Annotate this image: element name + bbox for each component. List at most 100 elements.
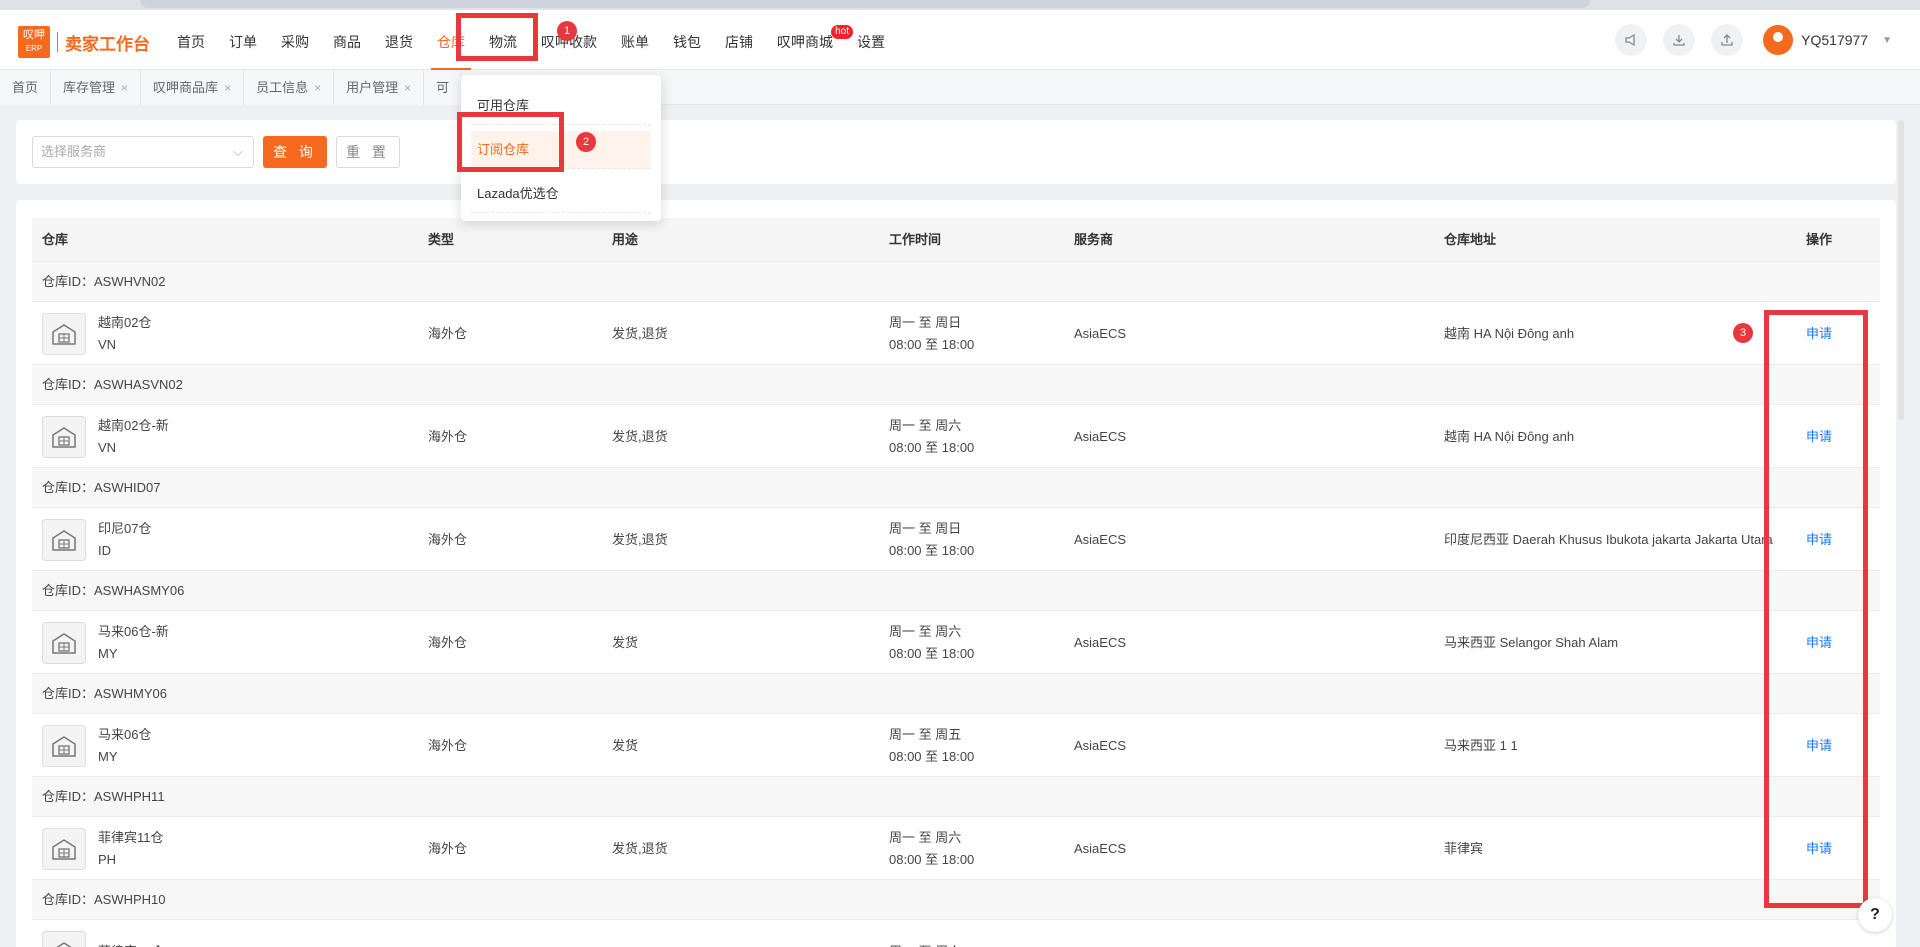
tab-label: 用户管理 bbox=[346, 80, 399, 95]
tab-3[interactable]: 员工信息 × bbox=[244, 70, 335, 105]
step-badge-2: 2 bbox=[576, 132, 596, 152]
highlight-box-nav bbox=[456, 13, 538, 61]
tab-1[interactable]: 库存管理 × bbox=[51, 70, 142, 105]
tab-2[interactable]: 叹呷商品库 × bbox=[141, 70, 245, 105]
hours-cell: 周一 至 周五 08:00 至 18:00 bbox=[889, 714, 1059, 777]
chevron-down-icon[interactable]: ▼ bbox=[1882, 35, 1892, 46]
nav-item-0[interactable]: 首页 bbox=[165, 10, 217, 70]
warehouse-usage: 发货 bbox=[612, 634, 639, 650]
highlight-box-menu bbox=[457, 112, 564, 172]
working-time: 08:00 至 18:00 bbox=[889, 542, 975, 558]
username[interactable]: YQ517977 bbox=[1801, 32, 1868, 48]
warehouse-address: 马来西亚 Selangor Shah Alam bbox=[1444, 634, 1619, 650]
nav-item-3[interactable]: 商品 bbox=[321, 10, 373, 70]
close-icon[interactable]: × bbox=[314, 81, 321, 95]
working-time: 08:00 至 18:00 bbox=[889, 336, 975, 352]
service-provider-select[interactable]: 选择服务商 ⌵ bbox=[32, 136, 254, 168]
warehouse-address: 越南 HA Nội Đông anh bbox=[1444, 428, 1575, 444]
address-cell bbox=[1444, 920, 1799, 947]
type-cell: 海外仓 bbox=[428, 508, 598, 571]
download-icon[interactable] bbox=[1663, 24, 1696, 56]
header-actions: YQ517977 ▼ bbox=[1599, 24, 1892, 56]
working-time: 08:00 至 18:00 bbox=[889, 439, 975, 455]
warehouse-name-cell: 菲律宾11仓 PH bbox=[98, 817, 398, 880]
usage-cell: 发货,退货 bbox=[612, 508, 872, 571]
address-cell: 越南 HA Nội Đông anh bbox=[1444, 405, 1799, 468]
upload-icon[interactable] bbox=[1711, 24, 1744, 56]
warehouse-id-row: 仓库ID：ASWHPH11 bbox=[32, 777, 1880, 817]
tab-label: 首页 bbox=[12, 80, 39, 95]
nav-item-label: 订单 bbox=[229, 34, 257, 50]
warehouse-address: 马来西亚 1 1 bbox=[1444, 737, 1518, 753]
working-days: 周一 至 周六 bbox=[889, 623, 962, 639]
address-bar[interactable] bbox=[140, 0, 1590, 8]
provider-cell bbox=[1074, 920, 1414, 947]
table-row: 越南02仓 VN 海外仓 发货,退货 周一 至 周日 08:00 至 18:00 AsiaE… bbox=[32, 302, 1880, 365]
warehouse-usage: 发货 bbox=[612, 737, 639, 753]
warehouse-address: 印度尼西亚 Daerah Khusus Ibukota jakarta Jaka… bbox=[1444, 531, 1773, 547]
nav-item-10[interactable]: 店铺 bbox=[713, 10, 765, 70]
warehouse-type: 海外仓 bbox=[428, 840, 468, 856]
address-cell: 印度尼西亚 Daerah Khusus Ibukota jakarta Jaka… bbox=[1444, 508, 1799, 571]
close-icon[interactable]: × bbox=[121, 81, 128, 95]
warehouse-usage: 发货,退货 bbox=[612, 531, 668, 547]
step-badge-3: 3 bbox=[1733, 323, 1753, 343]
reset-button[interactable]: 重 置 bbox=[336, 136, 400, 168]
warehouse-id-row: 仓库ID：ASWHMY06 bbox=[32, 674, 1880, 714]
tab-4[interactable]: 用户管理 × bbox=[334, 70, 425, 105]
service-provider: AsiaECS bbox=[1074, 634, 1127, 650]
dropdown-item-2[interactable]: Lazada优选仓 bbox=[471, 175, 651, 213]
warehouse-address: 菲律宾 bbox=[1444, 840, 1484, 856]
close-icon[interactable]: × bbox=[224, 81, 231, 95]
nav-item-2[interactable]: 采购 bbox=[269, 10, 321, 70]
col-warehouse: 仓库 bbox=[42, 232, 69, 247]
logo[interactable]: 叹呷 ERP 卖家工作台 bbox=[18, 26, 150, 58]
warehouse-id-row: 仓库ID：ASWHASVN02 bbox=[32, 365, 1880, 405]
hours-cell: 周一 至 周六 08:00 至 18:00 bbox=[889, 611, 1059, 674]
warehouse-usage: 发货,退货 bbox=[612, 840, 668, 856]
nav-item-12[interactable]: 设置 bbox=[845, 10, 897, 70]
nav-item-9[interactable]: 钱包 bbox=[661, 10, 713, 70]
nav-item-4[interactable]: 退货 bbox=[373, 10, 425, 70]
query-button[interactable]: 查 询 bbox=[263, 136, 327, 168]
warehouse-icon bbox=[42, 828, 86, 870]
type-cell: 海外仓 bbox=[428, 817, 598, 880]
nav-item-label: 商品 bbox=[333, 34, 361, 50]
tab-0[interactable]: 首页 bbox=[0, 70, 52, 105]
tab-5[interactable]: 可 bbox=[424, 70, 463, 105]
nav-item-8[interactable]: 账单 bbox=[609, 10, 661, 70]
hours-cell: 周一 至 周日 08:00 至 18:00 bbox=[889, 508, 1059, 571]
hours-cell: 周一 至 周日 08:00 至 18:00 bbox=[889, 302, 1059, 365]
nav-item-label: 账单 bbox=[621, 34, 649, 50]
warehouse-name: 印尼07仓 bbox=[98, 520, 152, 536]
usage-cell: 发货 bbox=[612, 611, 872, 674]
usage-cell: 发货,退货 bbox=[612, 302, 872, 365]
help-button[interactable]: ? bbox=[1858, 898, 1892, 932]
nav-item-1[interactable]: 订单 bbox=[217, 10, 269, 70]
select-placeholder: 选择服务商 bbox=[41, 144, 107, 159]
avatar[interactable] bbox=[1763, 25, 1794, 55]
nav-item-label: 设置 bbox=[857, 34, 885, 50]
hours-cell: 周一 至 周六 08:00 至 18:00 bbox=[889, 817, 1059, 880]
announcement-icon[interactable] bbox=[1615, 24, 1648, 56]
provider-cell: AsiaECS bbox=[1074, 817, 1414, 880]
warehouse-country: MY bbox=[98, 645, 118, 661]
tab-label: 叹呷商品库 bbox=[153, 80, 219, 95]
hours-cell: 周一 至 周六 08:00 至 18:00 bbox=[889, 405, 1059, 468]
working-days: 周一 至 周五 bbox=[889, 726, 962, 742]
col-provider: 服务商 bbox=[1074, 232, 1114, 247]
chevron-down-icon: ⌵ bbox=[233, 144, 243, 159]
nav-item-label: 叹呷商城 bbox=[777, 34, 833, 50]
warehouse-name: 马来06仓-新 bbox=[98, 623, 169, 639]
working-days: 周一 至 周日 bbox=[889, 520, 962, 536]
nav-item-11[interactable]: 叹呷商城 hot bbox=[765, 10, 853, 70]
close-icon[interactable]: × bbox=[404, 81, 411, 95]
open-tabs-bar: 首页 库存管理 × 叹呷商品库 × 员工信息 × 用户管理 × 可 bbox=[0, 70, 1920, 105]
col-usage: 用途 bbox=[612, 232, 639, 247]
page-scrollbar[interactable] bbox=[1898, 120, 1904, 420]
warehouse-name: 菲律宾11仓 bbox=[98, 829, 164, 845]
working-time: 08:00 至 18:00 bbox=[889, 645, 975, 661]
step-badge-1: 1 bbox=[557, 21, 577, 41]
working-time: 08:00 至 18:00 bbox=[889, 851, 975, 867]
table-row: 马来06仓-新 MY 海外仓 发货 周一 至 周六 08:00 至 18:00 AsiaEC… bbox=[32, 611, 1880, 674]
